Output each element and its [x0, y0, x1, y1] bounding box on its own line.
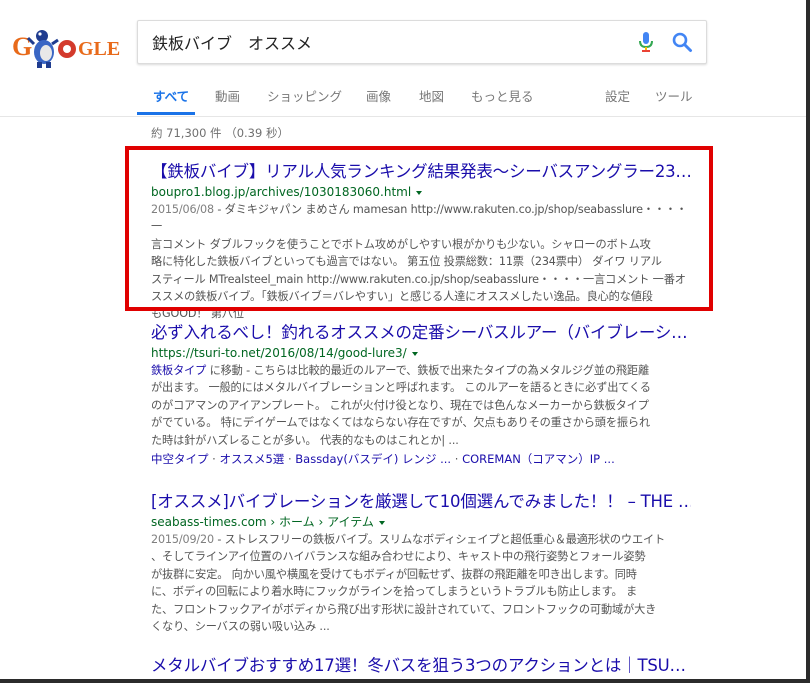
search-result: 必ず入れるべし！釣れるオススメの定番シーバスルアー（バイブレーシ… https:…	[151, 322, 691, 468]
tab-more[interactable]: もっと見る	[471, 86, 534, 105]
snippet-line: に移動 - こちらは比較的最近のルアーで、鉄板で出来たタイプの為メタルジグ並の飛…	[206, 364, 650, 377]
window-frame-edge	[0, 679, 810, 683]
search-header: G GLE 鉄板バイブ オススメ すべて 動画 ショッピング 画像 地図 もっと…	[0, 0, 806, 117]
separator: ·	[451, 452, 463, 467]
google-doodle-logo[interactable]: G GLE	[12, 22, 124, 70]
snippet-line: に、ボディの回転により着水時にフックがラインを拾ってしまうというトラブルも防止し…	[151, 585, 638, 599]
url-dropdown-arrow-icon[interactable]	[411, 351, 418, 356]
snippet-line: た、フロントフックアイがボディから飛び出す形状に設計されていて、フロントフックの…	[151, 602, 657, 616]
result-title-link[interactable]: [オススメ]バイブレーションを厳選して10個選んでみました！！ – THE …	[151, 491, 691, 513]
result-url-text: https://tsuri-to.net/2016/08/14/good-lur…	[151, 346, 407, 360]
result-stats: 約 71,300 件 （0.39 秒）	[151, 126, 289, 140]
snippet-line: - ストレスフリーの鉄板バイブ。スリムなボディシェイプと超低重心＆最適形状のウエ…	[213, 533, 666, 546]
result-url: seabass-times.com › ホーム › アイテム	[151, 513, 691, 531]
active-tab-indicator	[137, 112, 195, 115]
highlight-box	[125, 146, 713, 311]
result-snippet: 鉄板タイプ に移動 - こちらは比較的最近のルアーで、鉄板で出来たタイプの為メタ…	[151, 362, 691, 449]
search-result: [オススメ]バイブレーションを厳選して10個選んでみました！！ – THE … …	[151, 491, 691, 635]
tab-maps[interactable]: 地図	[419, 86, 444, 105]
jump-to-link[interactable]: 鉄板タイプ	[151, 364, 206, 377]
search-tabs: すべて 動画 ショッピング 画像 地図 もっと見る 設定 ツール	[150, 86, 800, 116]
snippet-line: くなり、シーバスの弱い吸い込み ...	[151, 620, 330, 634]
window-frame-edge	[806, 0, 810, 683]
sitelink[interactable]: Bassday(バスデイ) レンジ ...	[295, 452, 451, 466]
result-snippet: 2015/09/20 - ストレスフリーの鉄板バイブ。スリムなボディシェイプと超…	[151, 531, 691, 635]
tab-settings[interactable]: 設定	[605, 86, 630, 105]
tab-shopping[interactable]: ショッピング	[267, 86, 342, 105]
svg-text:GLE: GLE	[78, 38, 120, 60]
snippet-line: がでている。 特にデイゲームではなくてはならない存在ですが、欠点もありその重さか…	[151, 416, 650, 430]
search-input[interactable]	[152, 29, 622, 55]
sitelinks: 中空タイプ · オススメ5選 · Bassday(バスデイ) レンジ ... ·…	[151, 450, 691, 468]
separator: ·	[208, 452, 220, 467]
search-icon[interactable]	[671, 31, 693, 53]
separator: ·	[284, 452, 296, 467]
sitelink[interactable]: COREMAN（コアマン）IP ...	[462, 452, 615, 466]
result-url: https://tsuri-to.net/2016/08/14/good-lur…	[151, 344, 691, 362]
tab-tools[interactable]: ツール	[655, 86, 693, 105]
search-result: メタルバイブおすすめ17選！冬バスを狙う3つのアクションとは｜TSU…	[151, 655, 691, 677]
snippet-line: が抜群に安定。 向かい風や横風を受けてもボディが回転せず、抜群の飛距離を叩き出し…	[151, 567, 637, 581]
result-title-link[interactable]: メタルバイブおすすめ17選！冬バスを狙う3つのアクションとは｜TSU…	[151, 655, 691, 677]
snippet-line: のがコアマンのアイアンプレート。 これが火付け役となり、現在では色んなメーカーか…	[151, 398, 649, 412]
result-date: 2015/09/20	[151, 533, 214, 546]
microphone-icon[interactable]	[636, 31, 656, 53]
search-box	[137, 20, 707, 64]
snippet-line: が出ます。 一般的にはメタルバイブレーションと呼ばれます。 このルアーを語るとき…	[151, 381, 651, 395]
url-dropdown-arrow-icon[interactable]	[378, 520, 385, 525]
result-url-text: seabass-times.com › ホーム › アイテム	[151, 515, 374, 529]
snippet-line: 、そしてラインアイ位置のハイバランスな組み合わせにより、キャスト中の飛行姿勢とフ…	[151, 550, 646, 564]
tab-videos[interactable]: 動画	[215, 86, 240, 105]
sitelink[interactable]: 中空タイプ	[151, 452, 209, 466]
svg-text:G: G	[12, 32, 32, 61]
snippet-line: た時は針がハズレることが多い。 代表的なものはこれとか| ...	[151, 433, 459, 447]
tab-all[interactable]: すべて	[153, 86, 189, 105]
sitelink[interactable]: オススメ5選	[219, 452, 284, 466]
tab-images[interactable]: 画像	[366, 86, 391, 105]
result-title-link[interactable]: 必ず入れるべし！釣れるオススメの定番シーバスルアー（バイブレーシ…	[151, 322, 691, 344]
